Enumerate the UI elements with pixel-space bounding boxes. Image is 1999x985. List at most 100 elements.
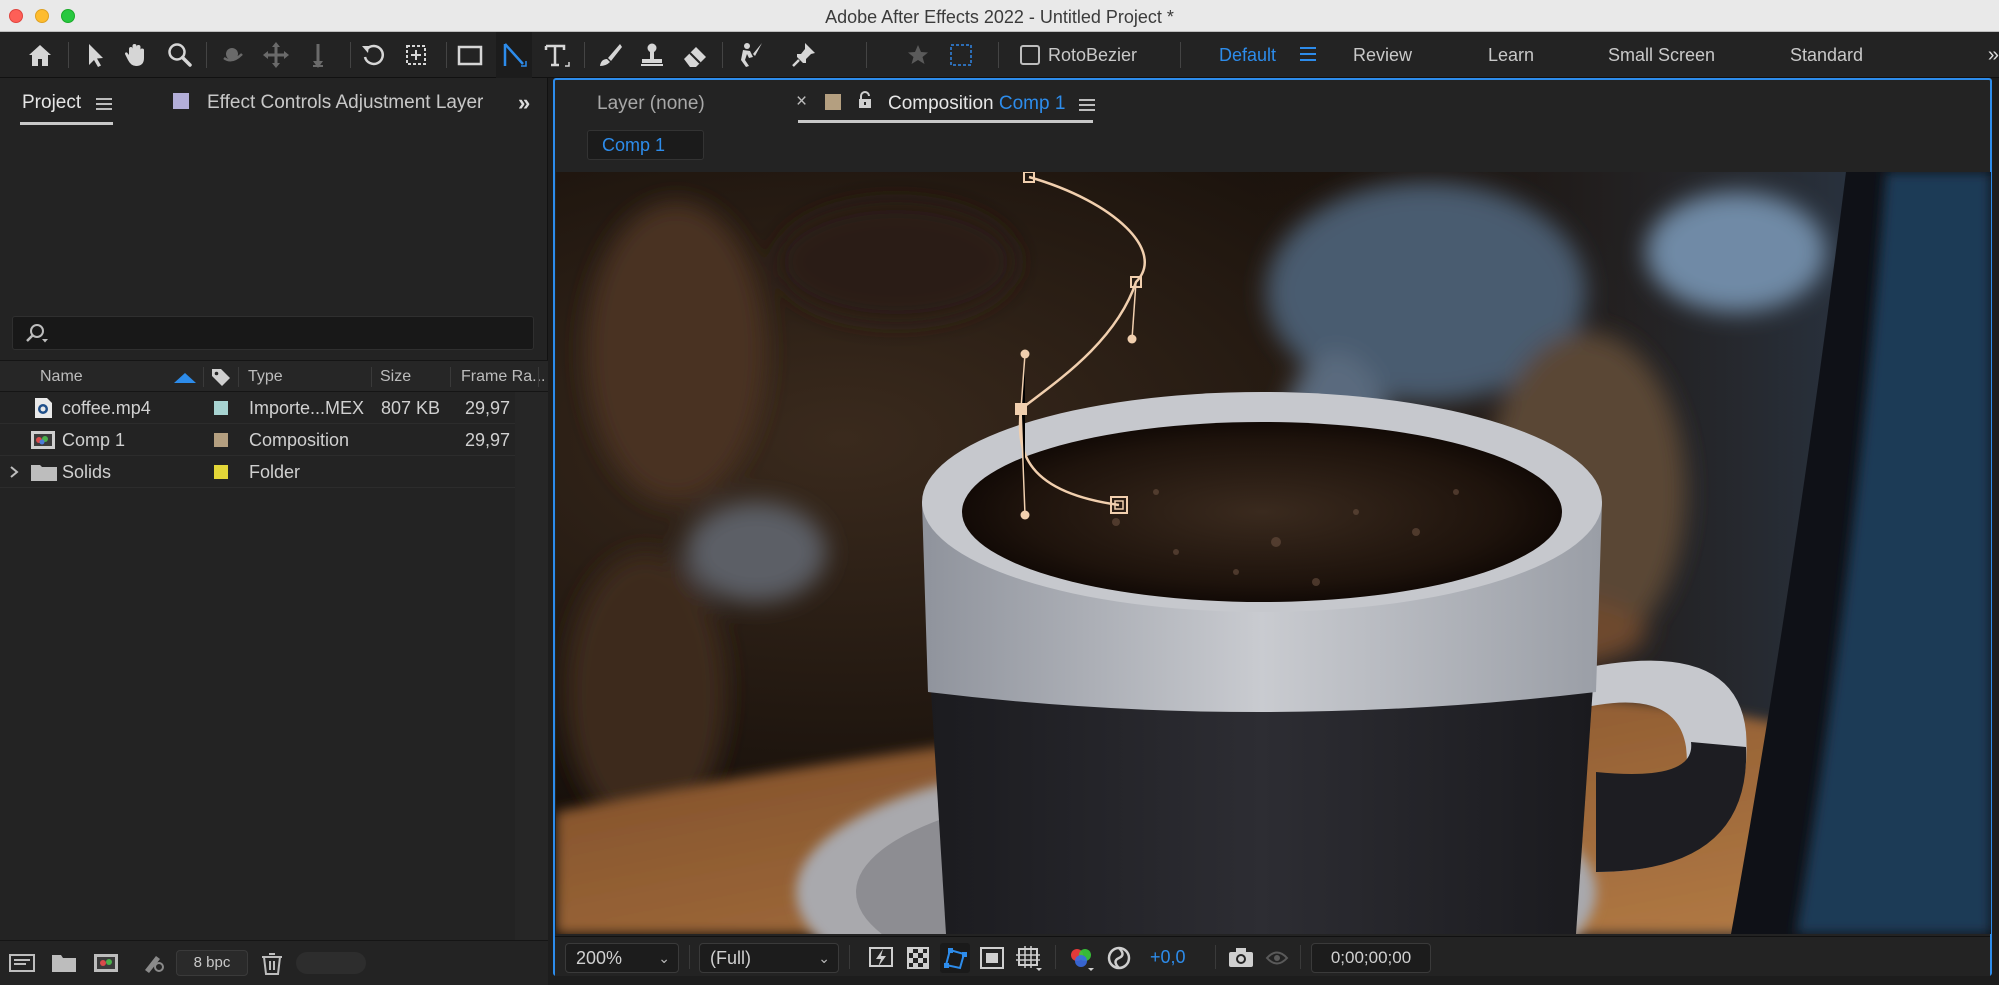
workspace-overflow-icon[interactable]: » [1988,44,1999,67]
tab-layer[interactable]: Layer (none) [597,93,705,115]
comp-breadcrumb[interactable]: Comp 1 [587,130,704,160]
zoom-icon[interactable] [162,32,198,78]
clone-stamp-icon[interactable] [634,32,670,78]
project-search-input[interactable] [12,316,534,350]
pen-icon[interactable] [496,32,532,78]
close-tab-icon[interactable]: × [796,91,807,113]
workspace-menu-icon[interactable] [1298,42,1320,68]
project-footer-slider[interactable] [296,952,366,974]
tab-project[interactable]: Project [22,92,81,114]
label-color-swatch[interactable] [214,465,228,479]
window-title: Adobe After Effects 2022 - Untitled Proj… [825,7,1174,27]
tab-composition[interactable]: Composition Comp 1 [888,93,1065,115]
tab-composition-prefix: Composition [888,93,994,114]
bit-depth-button[interactable]: 8 bpc [176,950,248,976]
project-settings-icon[interactable] [140,950,168,976]
resolution-value: (Full) [710,948,751,968]
item-name: Comp 1 [62,430,126,450]
project-item-solids[interactable]: Solids Folder [0,456,515,488]
home-icon[interactable] [22,32,58,78]
tab-composition-name: Comp 1 [998,93,1066,114]
composition-panel: Layer (none) × Composition Comp 1 Comp 1 [553,78,1992,976]
orbit-camera-icon[interactable] [216,32,252,78]
column-type[interactable]: Type [248,368,283,386]
composition-icon [31,431,55,449]
chevron-right-icon[interactable] [8,466,20,478]
pan-camera-icon[interactable] [258,32,294,78]
title-bar: Adobe After Effects 2022 - Untitled Proj… [0,0,1999,32]
snapshot-camera-icon[interactable] [1226,943,1256,973]
composition-viewer[interactable] [556,172,1991,934]
magnification-value: 200% [576,948,623,968]
magnification-dropdown[interactable]: 200% ⌄ [565,943,679,973]
rotation-icon[interactable] [356,32,392,78]
star-icon[interactable] [900,32,936,78]
item-size: 807 KB [381,398,441,418]
item-frame-rate: 29,97 [465,430,511,450]
toggle-mask-visibility-icon[interactable] [940,943,970,973]
effect-controls-swatch [173,93,189,109]
rotobezier-checkbox[interactable] [1020,45,1040,65]
interpret-footage-icon[interactable] [8,950,36,976]
show-snapshot-icon[interactable] [1262,943,1292,973]
project-panel-menu-icon[interactable] [96,98,112,112]
project-panel-footer: 8 bpc [0,940,548,985]
rectangle-icon[interactable] [452,32,488,78]
project-item-coffee[interactable]: coffee.mp4 Importe...MEX 807 KB 29,97 [0,392,515,424]
composition-panel-menu-icon[interactable] [1079,99,1095,113]
workspace-review[interactable]: Review [1353,32,1412,78]
chevron-down-icon: ⌄ [658,950,670,966]
project-panel-tabs: Project Effect Controls Adjustment Layer… [0,78,548,126]
fast-previews-icon[interactable] [866,943,896,973]
chevron-down-icon: ⌄ [818,950,830,966]
comp-label-swatch [825,94,841,110]
composition-viewer-controls: 200% ⌄ (Full) ⌄ +0,0 0;00;00;00 [555,936,1990,976]
folder-icon [31,465,57,481]
eraser-icon[interactable] [677,32,713,78]
roto-brush-icon[interactable] [732,32,768,78]
brush-icon[interactable] [592,32,628,78]
project-item-comp[interactable]: Comp 1 Composition 29,97 [0,424,515,456]
new-folder-icon[interactable] [50,950,78,976]
snapping-icon[interactable] [943,32,979,78]
workspace-learn[interactable]: Learn [1488,32,1534,78]
workspace-small-screen[interactable]: Small Screen [1608,32,1715,78]
pan-behind-icon[interactable] [398,32,434,78]
transparency-grid-icon[interactable] [903,943,933,973]
lock-icon[interactable] [857,91,873,109]
current-time-display[interactable]: 0;00;00;00 [1311,943,1431,973]
grid-guides-icon[interactable] [1014,943,1044,973]
label-color-swatch[interactable] [214,433,228,447]
item-frame-rate: 29,97 [465,398,511,418]
selection-icon[interactable] [77,32,113,78]
column-name[interactable]: Name [40,368,83,386]
item-type: Importe...MEX [249,398,365,418]
label-color-swatch[interactable] [214,401,228,415]
channel-rgb-icon[interactable] [1066,943,1096,973]
label-tag-icon[interactable] [210,367,232,387]
region-of-interest-icon[interactable] [977,943,1007,973]
workspace-standard[interactable]: Standard [1790,32,1863,78]
column-size[interactable]: Size [380,368,411,386]
resolution-dropdown[interactable]: (Full) ⌄ [699,943,839,973]
project-panel: Project Effect Controls Adjustment Layer… [0,78,548,985]
panel-overflow-icon[interactable]: » [518,90,530,116]
puppet-pin-icon[interactable] [786,32,822,78]
type-icon[interactable] [538,32,574,78]
project-panel-scrollbar[interactable] [515,392,548,985]
color-management-icon[interactable] [1104,943,1134,973]
hand-icon[interactable] [118,32,154,78]
rotobezier-label: RotoBezier [1048,44,1138,65]
column-frame-rate[interactable]: Frame Ra... [461,368,545,386]
new-composition-icon[interactable] [92,950,120,976]
item-name: Solids [62,462,112,482]
dolly-camera-icon[interactable] [300,32,336,78]
workspace-default[interactable]: Default [1219,32,1276,78]
tab-effect-controls[interactable]: Effect Controls Adjustment Layer [207,92,483,114]
rotobezier-toggle[interactable]: RotoBezier [1020,32,1137,78]
item-name: coffee.mp4 [62,398,151,418]
exposure-value[interactable]: +0,0 [1150,947,1186,968]
trash-icon[interactable] [258,950,286,976]
sort-ascending-icon[interactable] [174,373,196,383]
item-type: Composition [249,430,350,450]
